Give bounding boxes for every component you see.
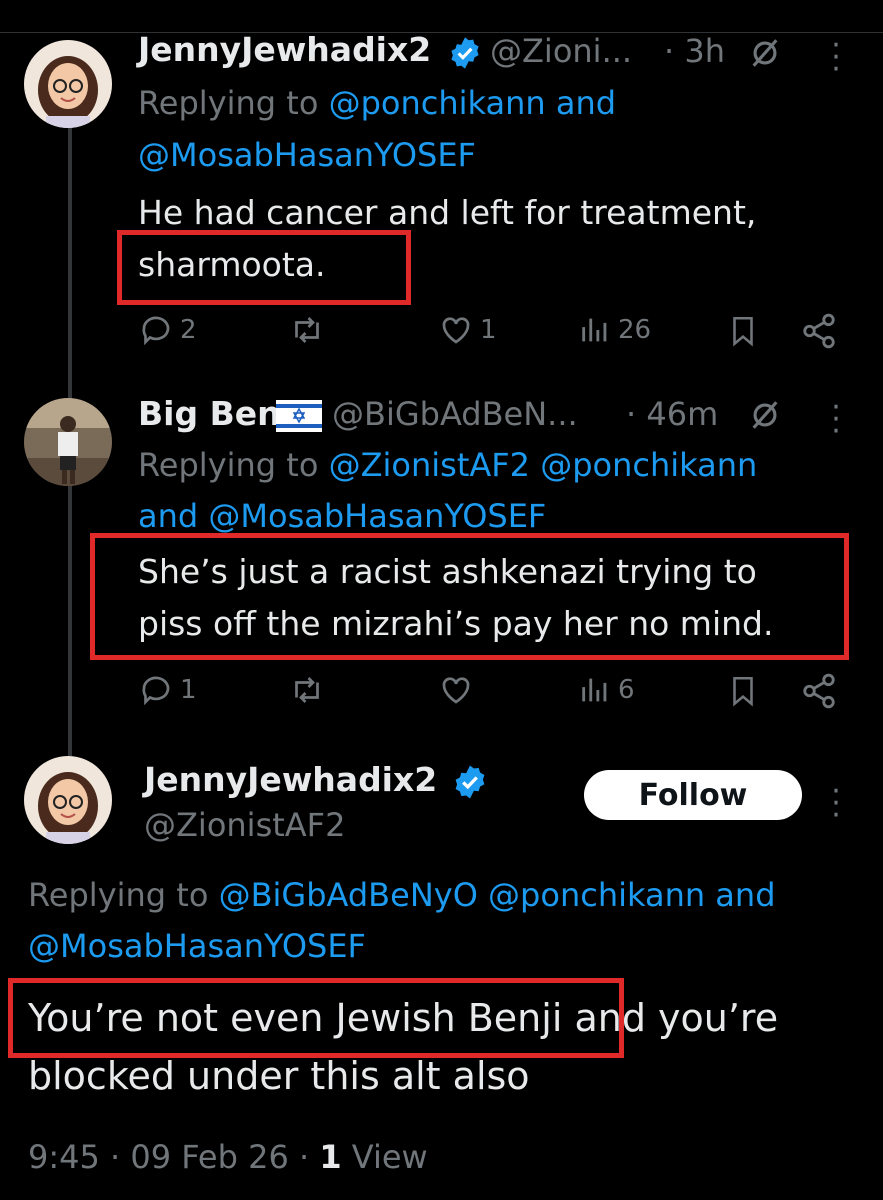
tweet-timestamp[interactable]: 9:45 · 09 Feb 26 · [28,1138,309,1176]
avatar-jenny[interactable] [24,756,112,844]
verified-badge-icon [451,37,479,69]
israel-flag-icon [276,400,322,432]
views-button[interactable]: 26 [578,312,651,348]
reply-icon [142,676,170,706]
more-options-icon[interactable]: · · · [826,31,846,85]
avatar-bigben[interactable] [24,398,112,486]
bookmark-icon[interactable] [726,672,760,710]
retweet-icon [295,317,319,343]
share-icon[interactable] [800,312,838,350]
reply-count: 2 [180,315,197,345]
heart-icon [442,677,470,704]
view-label: View [351,1138,428,1176]
heart-icon [442,317,470,344]
tweet2-time[interactable]: · 46m [626,395,718,433]
views-count: 26 [618,315,652,345]
tweet2-handle[interactable]: @BiGbAdBeN... [332,395,578,433]
tweet3-author-name[interactable]: JennyJewhadix2 [144,760,437,799]
avatar-cartoon-woman-icon [24,40,112,128]
tweet3-replying-line-1: Replying to @BiGbAdBeNyO @ponchikann and [28,876,776,914]
reply-icon [142,316,170,346]
and-label: and [715,876,776,914]
more-options-icon[interactable]: · · · [826,777,846,831]
replying-to-label: Replying to [28,876,209,914]
tweet2-author-name[interactable]: Big Ben [138,394,281,433]
views-bars-icon [582,678,607,702]
follow-button[interactable]: Follow [584,770,802,820]
verified-badge-icon [455,765,485,799]
tweet1-replying-line-1: Replying to @ponchikann and [138,84,616,122]
and-label: and [555,84,617,122]
tweet3-meta: 9:45 · 09 Feb 26 · 1 View [28,1138,428,1176]
reply-button[interactable]: 1 [138,672,197,708]
more-options-icon[interactable]: · · · [826,393,846,447]
tweet1-author-name[interactable]: JennyJewhadix2 [138,30,431,69]
avatar-photo-gym-icon [24,398,112,486]
retweet-icon [295,677,319,703]
mention-link[interactable]: @MosabHasanYOSEF [28,927,366,965]
reply-count: 1 [180,675,197,705]
grok-slash-icon[interactable] [748,398,782,432]
highlight-box [8,978,624,1058]
highlight-box [90,533,849,660]
retweet-button[interactable] [288,672,326,708]
views-count: 6 [618,675,635,705]
mention-link[interactable]: @ponchikann [540,446,757,484]
views-button[interactable]: 6 [578,672,635,708]
like-count: 1 [480,315,497,345]
avatar-cartoon-woman-icon [24,756,112,844]
and-label: and [138,497,199,535]
retweet-button[interactable] [288,312,326,348]
grok-slash-icon[interactable] [748,36,782,70]
avatar-jenny[interactable] [24,40,112,128]
mention-link[interactable]: @MosabHasanYOSEF [138,136,476,174]
tweet1-time[interactable]: · 3h [664,32,725,70]
tweet3-handle[interactable]: @ZionistAF2 [144,806,345,844]
replying-to-label: Replying to [138,446,319,484]
mention-link[interactable]: @ponchikann [329,84,546,122]
tweet2-replying-line-2: and @MosabHasanYOSEF [138,497,546,535]
top-divider [0,32,883,33]
highlight-box [117,230,411,305]
mention-link[interactable]: @BiGbAdBeNyO [219,876,478,914]
view-count: 1 [319,1138,342,1176]
replying-to-label: Replying to [138,84,319,122]
like-button[interactable] [438,672,474,708]
like-button[interactable]: 1 [438,312,497,348]
views-bars-icon [582,318,607,342]
tweet2-replying-line-1: Replying to @ZionistAF2 @ponchikann [138,446,757,484]
mention-link[interactable]: @ZionistAF2 [329,446,530,484]
bookmark-icon[interactable] [726,312,760,350]
mention-link[interactable]: @ponchikann [488,876,705,914]
mention-link[interactable]: @MosabHasanYOSEF [208,497,546,535]
share-icon[interactable] [800,672,838,710]
reply-button[interactable]: 2 [138,312,197,348]
tweet1-handle[interactable]: @Zioni... [490,32,632,70]
